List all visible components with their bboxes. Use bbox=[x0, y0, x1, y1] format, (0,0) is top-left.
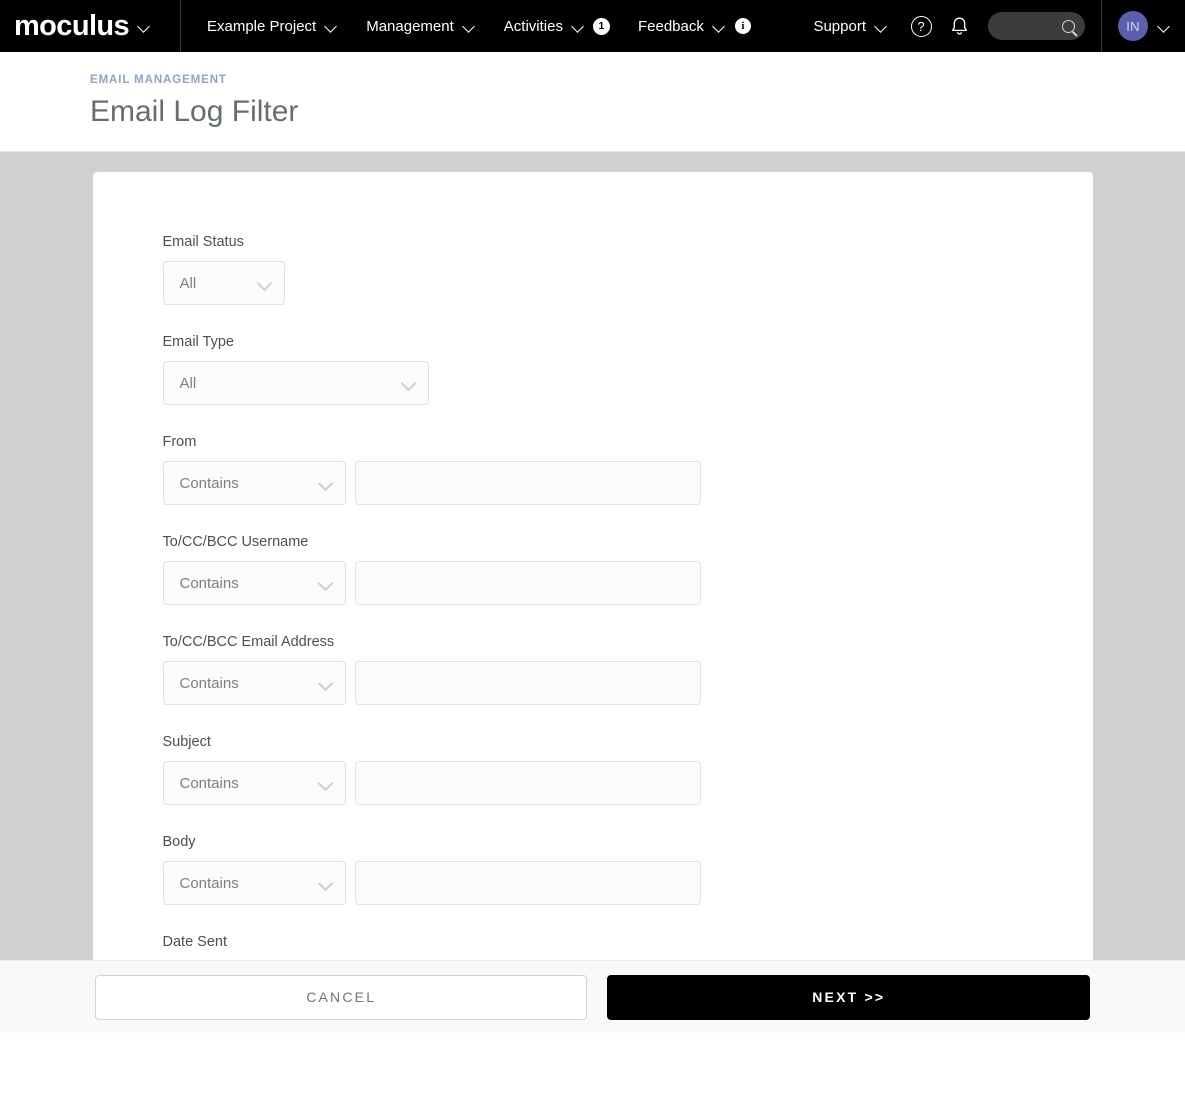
to-cc-bcc-email-text-input[interactable] bbox=[354, 661, 701, 705]
field-row: Contains bbox=[162, 461, 1093, 505]
next-button[interactable]: NEXT >> bbox=[607, 974, 1090, 1020]
field-label: Email Type bbox=[162, 334, 234, 350]
email-type-select[interactable]: All bbox=[162, 361, 429, 405]
body-operator-select[interactable]: Contains bbox=[162, 861, 346, 905]
field-label: From bbox=[162, 434, 197, 450]
field-row: All bbox=[162, 361, 1093, 405]
notifications-button[interactable] bbox=[940, 0, 978, 52]
email-status-select[interactable]: All bbox=[162, 261, 285, 305]
nav-item-support[interactable]: Support bbox=[799, 0, 902, 52]
field-label: To/CC/BCC Username bbox=[162, 534, 309, 550]
chevron-down-icon bbox=[319, 476, 333, 490]
top-navbar: moculus Example Project Management Activ… bbox=[0, 0, 1185, 52]
nav-item-management[interactable]: Management bbox=[352, 0, 490, 52]
to-cc-bcc-username-text-input[interactable] bbox=[354, 561, 701, 605]
select-value: All bbox=[179, 274, 197, 292]
filter-form-card: Email Status All Email Type All From Con… bbox=[92, 172, 1093, 1033]
chevron-down-icon bbox=[319, 676, 333, 690]
question-mark-icon: ? bbox=[910, 15, 932, 37]
chevron-down-icon bbox=[319, 876, 333, 890]
help-button[interactable]: ? bbox=[902, 0, 940, 52]
navbar-right-cluster: Support ? IN bbox=[799, 0, 1185, 52]
nav-item-label: Management bbox=[366, 17, 454, 35]
body-text-input[interactable] bbox=[354, 861, 701, 905]
select-value: Contains bbox=[179, 674, 239, 692]
breadcrumb[interactable]: EMAIL MANAGEMENT bbox=[90, 74, 1185, 86]
nav-item-example-project[interactable]: Example Project bbox=[193, 0, 352, 52]
search-icon bbox=[1062, 19, 1075, 33]
field-email-status: Email Status All bbox=[162, 234, 1093, 305]
nav-item-label: Example Project bbox=[207, 17, 317, 35]
page-body: Email Status All Email Type All From Con… bbox=[0, 152, 1185, 1033]
select-value: Contains bbox=[179, 574, 239, 592]
field-label: To/CC/BCC Email Address bbox=[162, 634, 335, 650]
field-label: Subject bbox=[162, 734, 211, 750]
activities-count-badge: 1 bbox=[592, 17, 610, 35]
from-operator-select[interactable]: Contains bbox=[162, 461, 346, 505]
chevron-down-icon bbox=[325, 20, 338, 33]
nav-item-feedback[interactable]: Feedback i bbox=[624, 0, 765, 52]
bell-icon bbox=[951, 17, 967, 35]
to-cc-bcc-email-operator-select[interactable]: Contains bbox=[162, 661, 346, 705]
select-value: Contains bbox=[179, 874, 239, 892]
subject-text-input[interactable] bbox=[354, 761, 701, 805]
from-text-input[interactable] bbox=[354, 461, 701, 505]
field-email-type: Email Type All bbox=[162, 334, 1093, 405]
nav-item-label: Feedback bbox=[637, 17, 704, 35]
info-icon[interactable]: i bbox=[734, 18, 751, 34]
chevron-down-icon bbox=[319, 576, 333, 590]
to-cc-bcc-username-operator-select[interactable]: Contains bbox=[162, 561, 346, 605]
brand-logo-text: moculus bbox=[14, 9, 130, 42]
chevron-down-icon bbox=[258, 276, 272, 290]
select-value: Contains bbox=[179, 774, 239, 792]
field-row: Contains bbox=[162, 561, 1093, 605]
cancel-button[interactable]: CANCEL bbox=[95, 974, 588, 1020]
field-to-cc-bcc-email-address: To/CC/BCC Email Address Contains bbox=[162, 634, 1093, 705]
chevron-down-icon bbox=[402, 376, 416, 390]
chevron-down-icon bbox=[875, 20, 888, 33]
subject-operator-select[interactable]: Contains bbox=[162, 761, 346, 805]
primary-nav: Example Project Management Activities 1 … bbox=[193, 0, 765, 52]
nav-item-label: Support bbox=[813, 17, 866, 35]
nav-item-activities[interactable]: Activities 1 bbox=[490, 0, 624, 52]
chevron-down-icon bbox=[463, 20, 476, 33]
field-row: All bbox=[162, 261, 1093, 305]
avatar: IN bbox=[1118, 11, 1148, 41]
field-row: Contains bbox=[162, 861, 1093, 905]
field-label: Body bbox=[162, 834, 196, 850]
chevron-down-icon bbox=[1158, 20, 1171, 33]
field-row: Contains bbox=[162, 761, 1093, 805]
field-row: Contains bbox=[162, 661, 1093, 705]
nav-item-label: Activities bbox=[503, 17, 563, 35]
select-value: All bbox=[179, 374, 197, 392]
field-from: From Contains bbox=[162, 434, 1093, 505]
field-date-sent: Date Sent bbox=[163, 934, 1093, 950]
field-label: Email Status bbox=[162, 234, 244, 250]
field-body: Body Contains bbox=[162, 834, 1093, 905]
chevron-down-icon bbox=[319, 776, 333, 790]
page-header: EMAIL MANAGEMENT Email Log Filter bbox=[0, 52, 1185, 152]
user-menu[interactable]: IN bbox=[1101, 0, 1185, 52]
search-input[interactable] bbox=[988, 12, 1085, 40]
chevron-down-icon[interactable] bbox=[138, 20, 151, 33]
field-to-cc-bcc-username: To/CC/BCC Username Contains bbox=[162, 534, 1093, 605]
page-title: Email Log Filter bbox=[90, 95, 299, 128]
select-value: Contains bbox=[179, 474, 239, 492]
chevron-down-icon bbox=[713, 20, 726, 33]
field-subject: Subject Contains bbox=[162, 734, 1093, 805]
chevron-down-icon bbox=[572, 20, 585, 33]
field-label: Date Sent bbox=[162, 934, 228, 950]
form-action-bar: CANCEL NEXT >> bbox=[0, 960, 1185, 1033]
brand-home-link[interactable]: moculus bbox=[0, 0, 181, 52]
